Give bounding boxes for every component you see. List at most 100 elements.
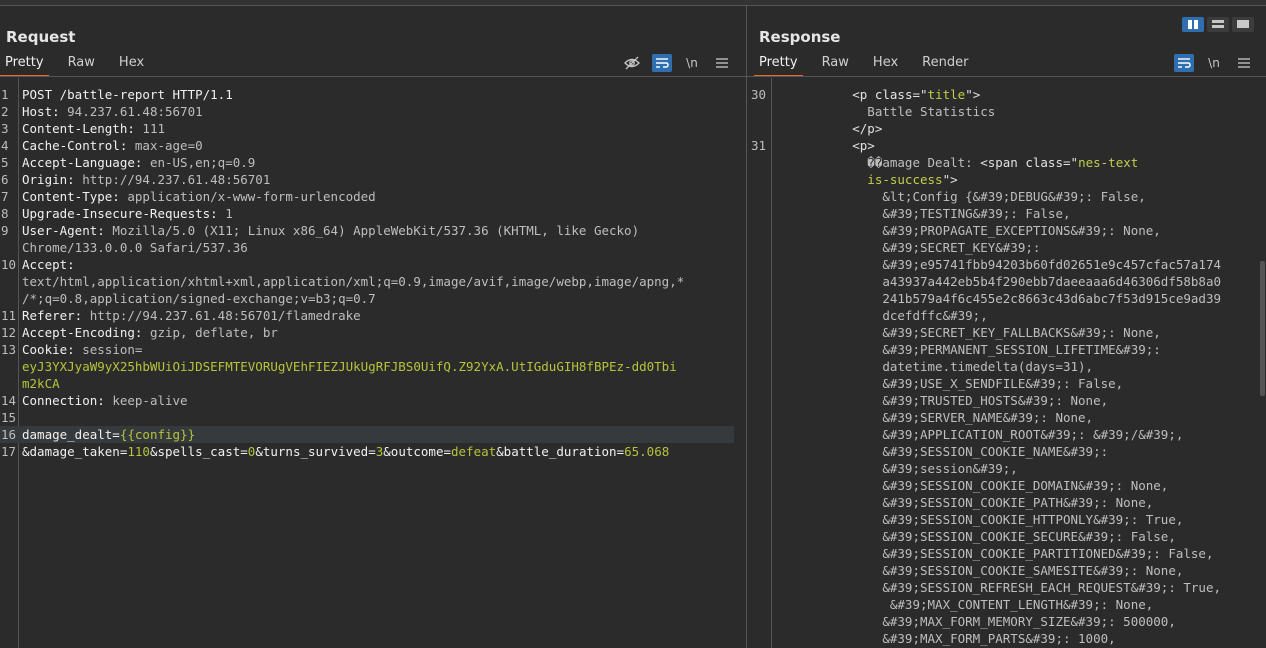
request-tab-pretty[interactable]: Pretty	[0, 53, 49, 77]
line-number	[747, 443, 771, 460]
code-line: &#39;PERMANENT_SESSION_LIFETIME&#39;:	[747, 341, 1266, 358]
line-number: 14	[1, 393, 17, 408]
line-text: &#39;SESSION_REFRESH_EACH_REQUEST&#39;: …	[771, 579, 1266, 596]
line-number	[747, 613, 771, 630]
code-token: 110	[127, 444, 150, 459]
response-tab-raw[interactable]: Raw	[817, 53, 854, 75]
response-editor[interactable]: 30 <p class="title"> Battle Statistics <…	[747, 78, 1266, 648]
line-text: datetime.timedelta(days=31),	[771, 358, 1266, 375]
line-text: &#39;SESSION_COOKIE_PARTITIONED&#39;: Fa…	[771, 545, 1266, 562]
line-number	[747, 103, 771, 120]
menu-icon[interactable]	[1234, 54, 1254, 72]
line-text	[16, 409, 734, 426]
code-line: &#39;session&#39;,	[747, 460, 1266, 477]
line-text: &#39;SECRET_KEY_FALLBACKS&#39;: None,	[771, 324, 1266, 341]
line-number	[0, 358, 16, 375]
code-token: m2kCA	[22, 376, 60, 391]
line-number: 1	[1, 87, 9, 102]
response-tab-render[interactable]: Render	[917, 53, 973, 75]
code-token: class	[1025, 155, 1063, 170]
line-number	[747, 290, 771, 307]
code-token: ��amage Dealt:	[777, 155, 981, 170]
newline-icon[interactable]: \n	[1204, 54, 1224, 72]
code-line: &#39;MAX_FORM_MEMORY_SIZE&#39;: 500000,	[747, 613, 1266, 630]
code-token: 65.068	[624, 444, 670, 459]
line-number	[747, 528, 771, 545]
line-text: &#39;USE_X_SENDFILE&#39;: False,	[771, 375, 1266, 392]
code-line: text/html,application/xhtml+xml,applicat…	[0, 273, 734, 290]
code-line: &#39;SESSION_COOKIE_DOMAIN&#39;: None,	[747, 477, 1266, 494]
code-line: &#39;SESSION_COOKIE_SAMESITE&#39;: None,	[747, 562, 1266, 579]
line-text: eyJ3YXJyaW9yX25hbWUiOiJDSEFMTEVORUgVEhFI…	[16, 358, 734, 375]
request-tab-raw[interactable]: Raw	[63, 53, 100, 75]
code-token: text/html,application/xhtml+xml,applicat…	[22, 274, 685, 289]
response-title: Response	[759, 28, 841, 46]
line-text: Connection: keep-alive	[16, 392, 734, 409]
line-text: is-success">	[771, 171, 1266, 188]
response-tab-hex[interactable]: Hex	[868, 53, 903, 75]
line-number	[747, 630, 771, 647]
line-text: &#39;PERMANENT_SESSION_LIFETIME&#39;:	[771, 341, 1266, 358]
line-number	[747, 358, 771, 375]
line-text: 241b579a4f6c455e2c8663c43d6abc7f53d915ce…	[771, 290, 1266, 307]
line-text: &#39;session&#39;,	[771, 460, 1266, 477]
line-text: POST /battle-report HTTP/1.1	[16, 86, 734, 103]
line-text: &#39;SESSION_COOKIE_HTTPONLY&#39;: True,	[771, 511, 1266, 528]
single-pane-icon[interactable]	[1232, 17, 1254, 32]
line-number: 4	[1, 138, 9, 153]
code-token: a43937a442eb5b4f290ebb7daeeaaa6d46306df5…	[777, 274, 1222, 289]
code-token: http://94.237.61.48:56701	[82, 172, 271, 187]
code-token: &#39;MAX_CONTENT_LENGTH&#39;: None,	[777, 597, 1154, 612]
code-token: User-Agent:	[22, 223, 113, 238]
line-text: &#39;SESSION_COOKIE_PATH&#39;: None,	[771, 494, 1266, 511]
code-token: &#39;SESSION_COOKIE_DOMAIN&#39;: None,	[777, 478, 1169, 493]
line-text: &#39;PROPAGATE_EXCEPTIONS&#39;: None,	[771, 222, 1266, 239]
code-token: <span	[980, 155, 1026, 170]
request-tab-hex[interactable]: Hex	[114, 53, 149, 75]
request-editor[interactable]: 1 POST /battle-report HTTP/1.1 2 Host: 94.2…	[0, 78, 746, 648]
code-line: 9 User-Agent: Mozilla/5.0 (X11; Linux x86…	[0, 222, 734, 239]
code-token: is-success	[777, 172, 943, 187]
response-tab-pretty[interactable]: Pretty	[754, 53, 803, 77]
line-text: Accept-Language: en-US,en;q=0.9	[16, 154, 734, 171]
line-number	[747, 460, 771, 477]
menu-icon[interactable]	[712, 54, 732, 72]
line-number: 2	[1, 104, 9, 119]
response-toolbar: \n	[1174, 54, 1254, 72]
line-number	[747, 273, 771, 290]
hide-eye-icon[interactable]	[622, 54, 642, 72]
response-scrollbar[interactable]	[1260, 261, 1265, 396]
newline-icon[interactable]: \n	[682, 54, 702, 72]
line-text: &lt;Config {&#39;DEBUG&#39;: False,	[771, 188, 1266, 205]
line-number	[747, 324, 771, 341]
code-line: 3 Content-Length: 111	[0, 120, 734, 137]
line-number: 11	[1, 308, 17, 323]
split-columns-icon[interactable]	[1182, 17, 1204, 32]
code-token: &#39;SESSION_REFRESH_EACH_REQUEST&#39;: …	[777, 580, 1222, 595]
line-text: Content-Length: 111	[16, 120, 734, 137]
code-token: class	[874, 87, 913, 102]
wrap-lines-icon[interactable]	[1174, 54, 1194, 72]
code-token: &#39;TRUSTED_HOSTS&#39;: None,	[777, 393, 1109, 408]
split-rows-icon[interactable]	[1207, 17, 1229, 32]
line-text: &#39;TRUSTED_HOSTS&#39;: None,	[771, 392, 1266, 409]
code-token: Connection:	[22, 393, 113, 408]
line-text: &#39;SESSION_COOKIE_DOMAIN&#39;: None,	[771, 477, 1266, 494]
code-line: 4 Cache-Control: max-age=0	[0, 137, 734, 154]
request-lines: 1 POST /battle-report HTTP/1.1 2 Host: 94.2…	[0, 86, 734, 460]
line-number: 15	[1, 410, 17, 425]
line-text: &damage_taken=110&spells_cast=0&turns_su…	[16, 443, 734, 460]
line-text: <p>	[771, 137, 1266, 154]
code-token: &#39;SESSION_COOKIE_SAMESITE&#39;: None,	[777, 563, 1184, 578]
line-text: dcefdffc&#39;,	[771, 307, 1266, 324]
code-line: ��amage Dealt: <span class="nes-text	[747, 154, 1266, 171]
line-number	[0, 290, 16, 307]
code-token: Chrome/133.0.0.0 Safari/537.36	[22, 240, 248, 255]
line-text: &#39;MAX_FORM_MEMORY_SIZE&#39;: 500000,	[771, 613, 1266, 630]
code-line: 15	[0, 409, 734, 426]
code-token: Accept-Language:	[22, 155, 150, 170]
code-token: &spells_cast=	[149, 444, 248, 459]
wrap-lines-icon[interactable]	[652, 54, 672, 72]
line-text: Battle Statistics	[771, 103, 1266, 120]
line-number	[747, 511, 771, 528]
